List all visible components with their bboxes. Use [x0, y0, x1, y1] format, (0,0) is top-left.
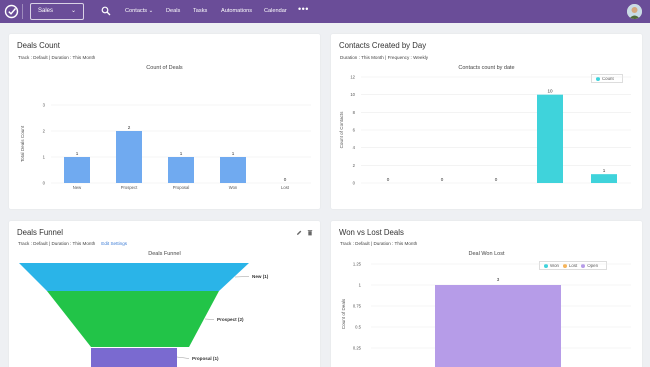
funnel-label: New (1): [252, 274, 269, 279]
bar-value-label: 1: [232, 151, 235, 156]
chevron-down-icon: ⌄: [70, 8, 76, 14]
nav-item-contacts[interactable]: Contacts ⌄: [125, 8, 153, 14]
chart-bar: [220, 157, 246, 183]
contacts-count-chart: 0 2 4 6 8 10 12 Count of Contacts 0 0 0 10 1: [339, 75, 631, 186]
funnel-leader-line: [234, 276, 250, 278]
y-axis-label: Total Deals Count: [20, 125, 25, 162]
module-switcher-dropdown[interactable]: Sales ⌄: [30, 3, 84, 20]
won-lost-chart: 0.25 0.5 0.75 1 1.25 Count of Deals 3: [341, 262, 631, 367]
bar-value-label: 1: [180, 151, 183, 156]
module-switcher-label: Sales: [38, 8, 54, 14]
user-avatar[interactable]: [627, 4, 642, 19]
chevron-down-icon: ⌄: [148, 8, 154, 14]
y-tick-label: 0: [353, 181, 356, 186]
nav-item-contacts-label: Contacts: [125, 8, 148, 14]
y-axis-label: Count of Deals: [341, 298, 346, 329]
funnel-label: Proposal (1): [192, 356, 219, 361]
bar-value-label: 1: [603, 168, 606, 173]
nav-item-deals[interactable]: Deals: [166, 8, 180, 14]
bar-value-label: 0: [441, 177, 444, 182]
bar-value-label: 1: [76, 151, 79, 156]
deals-count-chart: 0 1 2 3 Total Deals Count 1 New 2 Prospect 1 Propo…: [20, 103, 311, 190]
more-menu-icon[interactable]: •••: [298, 4, 309, 14]
y-tick-label: 10: [350, 92, 355, 97]
y-tick-label: 1.25: [353, 262, 362, 267]
x-tick-label: Won: [229, 185, 238, 190]
deals-funnel-card: Deals Funnel Track : Default | Duration …: [9, 221, 320, 367]
contacts-created-card: Contacts Created by Day Duration : This …: [331, 34, 642, 209]
y-tick-label: 2: [43, 129, 46, 134]
bar-value-label: 0: [387, 177, 390, 182]
bar-value-label: 0: [495, 177, 498, 182]
search-icon[interactable]: [101, 6, 111, 16]
y-tick-label: 1: [43, 155, 46, 160]
funnel-segment: [91, 348, 177, 367]
x-tick-label: New: [73, 185, 82, 190]
y-tick-label: 8: [353, 110, 356, 115]
y-axis-label: Count of Contacts: [339, 111, 344, 148]
y-tick-label: 12: [350, 75, 355, 80]
chart-bar: [168, 157, 194, 183]
bar-value-label: 10: [547, 89, 553, 94]
app-logo-icon[interactable]: [4, 4, 19, 19]
edit-pencil-icon[interactable]: [296, 229, 302, 236]
funnel-leader-line: [204, 318, 215, 320]
chart-bar: [116, 131, 142, 183]
y-tick-label: 1: [359, 283, 362, 288]
y-tick-label: 2: [353, 163, 356, 168]
bar-value-label: 0: [284, 177, 287, 182]
deals-funnel-chart: New (1) Prospect (2) Proposal (1): [19, 263, 269, 367]
won-lost-card: Won vs Lost Deals Track : Default | Dura…: [331, 221, 642, 367]
nav-item-automations[interactable]: Automations: [221, 8, 252, 14]
y-tick-label: 6: [353, 128, 356, 133]
bar-value-label: 3: [497, 277, 500, 282]
x-tick-label: Proposal: [173, 185, 190, 190]
top-navigation-bar: Sales ⌄ Contacts ⌄ Deals Tasks Automatio…: [0, 0, 650, 23]
y-tick-label: 4: [353, 145, 356, 150]
y-tick-label: 0.5: [355, 325, 361, 330]
chart-bar: [64, 157, 90, 183]
chart-bar: [591, 174, 617, 183]
logo-divider: [22, 4, 23, 19]
funnel-segment: [19, 263, 249, 291]
delete-trash-icon[interactable]: [307, 229, 313, 236]
y-tick-label: 0.25: [353, 346, 362, 351]
x-tick-label: Prospect: [121, 185, 138, 190]
funnel-segment: [47, 291, 219, 347]
funnel-leader-line: [176, 356, 190, 359]
y-tick-label: 3: [43, 103, 46, 108]
deals-count-card: Deals Count Track : Default | Duration :…: [9, 34, 320, 209]
funnel-label: Prospect (2): [217, 317, 244, 322]
y-tick-label: 0.75: [353, 304, 362, 309]
bar-value-label: 2: [128, 125, 131, 130]
chart-bar: [537, 94, 563, 183]
nav-item-tasks[interactable]: Tasks: [193, 8, 207, 14]
nav-item-calendar[interactable]: Calendar: [264, 8, 287, 14]
x-tick-label: Lost: [281, 185, 290, 190]
chart-bar: [435, 285, 561, 367]
y-tick-label: 0: [43, 181, 46, 186]
